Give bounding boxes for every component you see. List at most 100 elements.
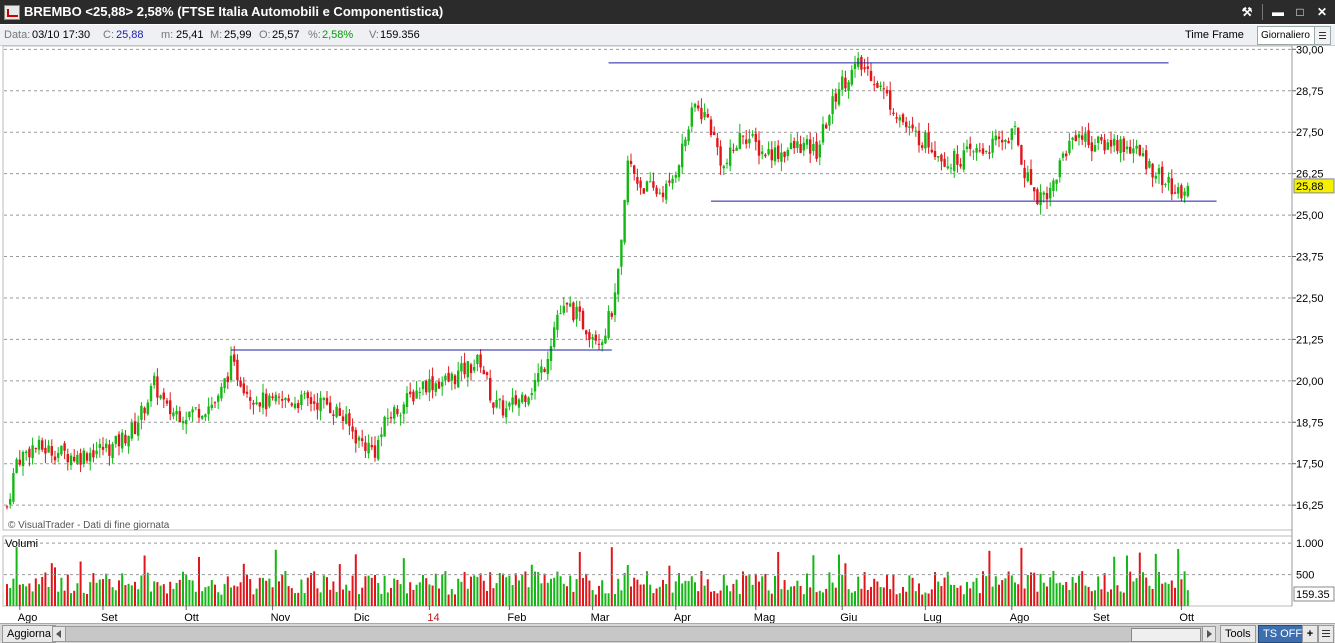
volume-bar (1023, 588, 1026, 606)
volume-bar (79, 561, 82, 606)
candle-body (373, 445, 377, 458)
tools-button[interactable]: Tools (1220, 625, 1256, 643)
volume-bar (242, 563, 245, 606)
refresh-button[interactable]: Aggiorna (2, 625, 57, 643)
candle-body (117, 434, 121, 447)
x-tick-label: Mar (591, 612, 610, 623)
add-button[interactable]: + (1302, 625, 1318, 643)
candle-body (524, 395, 527, 403)
candle-body (818, 144, 821, 158)
volume-bar (508, 575, 511, 606)
volume-bar (169, 581, 172, 606)
volume-bar (889, 589, 892, 606)
candle-body (210, 404, 213, 409)
volume-bar (521, 574, 524, 606)
volume-bar (73, 590, 76, 606)
volume-bar (719, 590, 722, 606)
volume-bar (92, 573, 95, 606)
volume-bar (89, 582, 92, 606)
candle-body (1039, 192, 1042, 206)
candle-body (425, 380, 428, 393)
volume-bar (335, 591, 338, 606)
candle-body (37, 439, 41, 450)
scroll-thumb[interactable] (1131, 628, 1201, 642)
volume-bar (639, 584, 642, 606)
candle-body (159, 395, 162, 399)
volume-bar (159, 585, 162, 606)
candle-body (1145, 150, 1148, 170)
candle-body (5, 506, 9, 508)
volume-bar (978, 593, 981, 606)
volume-bar (1135, 578, 1138, 606)
volume-bar (233, 585, 236, 606)
candle-body (268, 395, 271, 407)
candle-body (79, 453, 82, 465)
volume-bar (530, 564, 533, 606)
scroll-right-icon[interactable] (1202, 627, 1215, 641)
candle-body (802, 142, 805, 151)
candle-body (946, 166, 949, 169)
candle-body (1148, 161, 1151, 168)
candle-body (617, 268, 620, 295)
volume-bar (940, 586, 943, 606)
volume-bar (396, 579, 399, 606)
volume-bar (198, 556, 200, 606)
volume-bar (226, 576, 229, 606)
volume-bar (1119, 591, 1122, 606)
volume-bar (818, 590, 821, 606)
volume-bar (591, 590, 594, 606)
candle-body (825, 124, 828, 129)
candle-body (290, 403, 293, 406)
candle-body (489, 377, 492, 401)
candle-body (316, 402, 319, 410)
volume-bar (98, 579, 101, 606)
candle-body (297, 403, 300, 409)
candle-body (748, 138, 751, 144)
candle-body (460, 363, 463, 372)
ts-off-button[interactable]: TS OFF (1258, 625, 1308, 643)
volume-bar (303, 593, 306, 606)
candle-body (194, 407, 197, 409)
volume-bar (258, 577, 261, 606)
volume-bar (994, 576, 997, 606)
candle-body (412, 391, 415, 402)
volume-bar (710, 591, 712, 606)
price-chart[interactable]: 30,0028,7527,5026,2525,0023,7522,5021,25… (0, 0, 1335, 623)
candle-body (581, 310, 585, 330)
volume-bar (921, 594, 924, 606)
candle-body (709, 119, 713, 136)
candle-body (450, 373, 453, 381)
volume-bar (466, 588, 469, 606)
volume-bar (738, 593, 741, 606)
scroll-left-icon[interactable] (53, 627, 66, 641)
volume-bar (214, 584, 216, 606)
volume-bar (316, 588, 319, 606)
menu-icon[interactable] (1318, 625, 1334, 643)
candle-body (677, 165, 681, 178)
volume-bar (1177, 548, 1180, 606)
candle-body (729, 147, 732, 166)
volume-bar (412, 590, 415, 606)
candle-body (306, 392, 309, 399)
candle-body (271, 396, 274, 399)
volume-bar (636, 579, 639, 606)
candle-body (693, 103, 697, 108)
candle-body (261, 392, 265, 408)
candle-body (831, 96, 834, 115)
volume-bar (332, 581, 335, 606)
horizontal-scrollbar[interactable] (52, 626, 1216, 642)
candle-body (969, 143, 972, 149)
candle-body (1154, 175, 1157, 179)
candle-body (988, 152, 991, 154)
candle-body (537, 373, 540, 382)
candle-body (476, 354, 479, 364)
volume-tick-label: 1.000 (1296, 538, 1324, 550)
volume-bar (713, 591, 716, 606)
volume-bar (658, 586, 661, 606)
candle-body (389, 417, 393, 419)
volume-bar (54, 567, 56, 606)
volume-bar (428, 584, 431, 606)
volume-bar (460, 581, 463, 606)
volume-bar (582, 578, 584, 606)
volume-bar (377, 583, 380, 606)
